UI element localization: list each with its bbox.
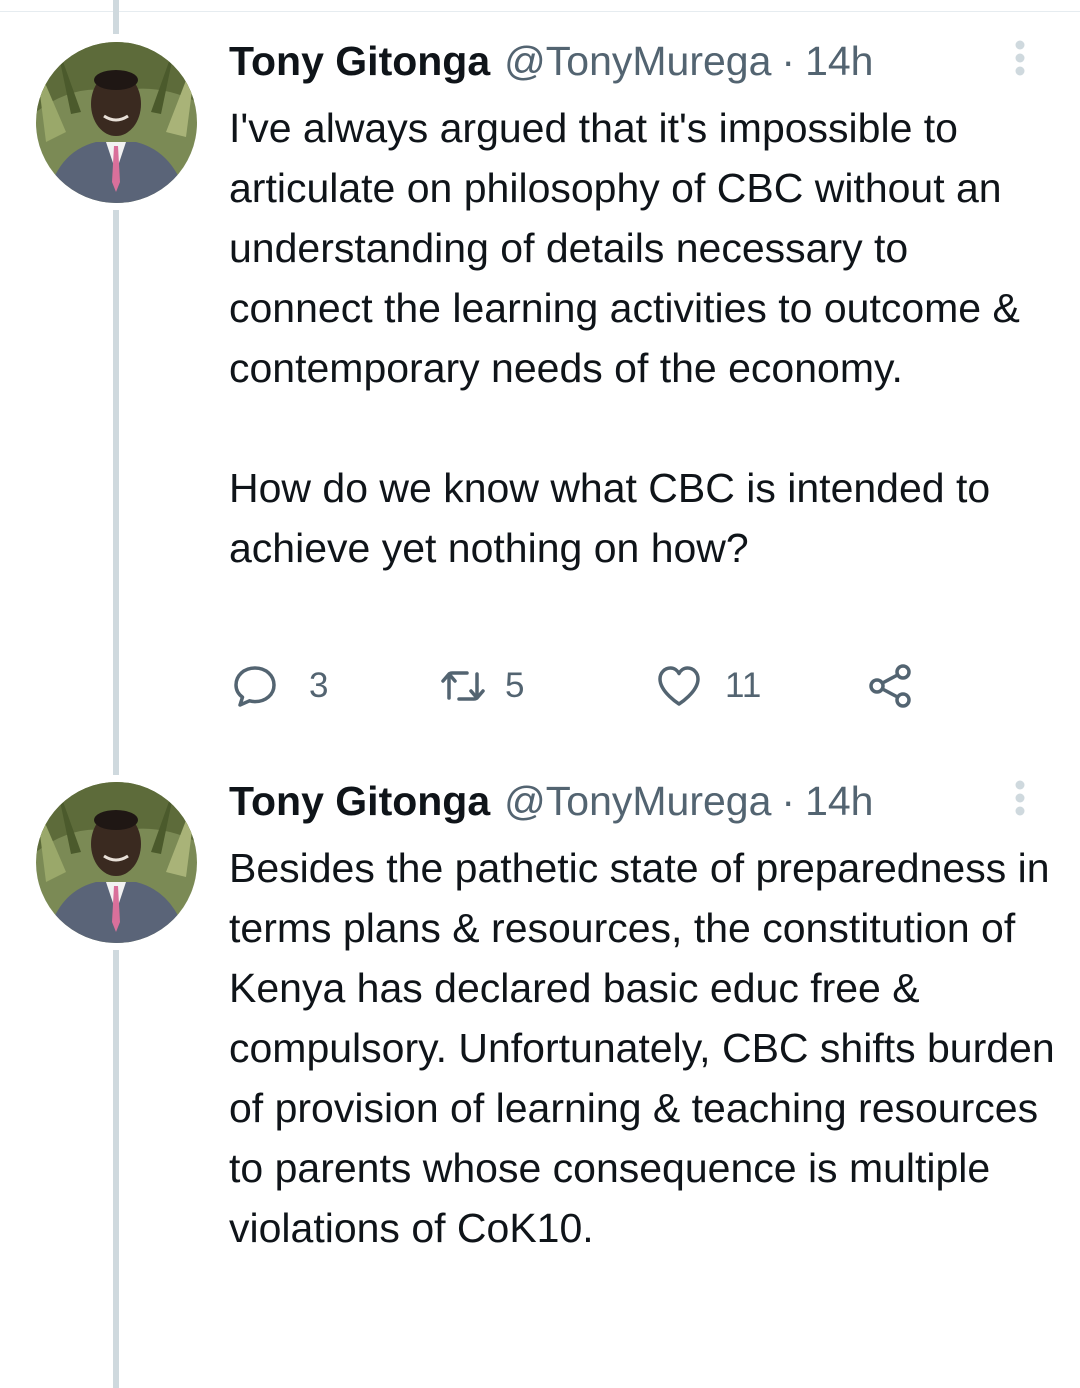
retweet-icon: [441, 671, 485, 701]
tweet-header: Tony Gitonga @TonyMurega · 14h: [229, 776, 873, 826]
more-options-icon[interactable]: [1005, 38, 1035, 78]
share-icon: [869, 664, 911, 708]
tweet-actions: 3 5 11: [229, 656, 929, 716]
header-separator: ·: [781, 778, 796, 824]
reply-button[interactable]: 3: [231, 656, 328, 716]
retweet-count: 5: [505, 666, 525, 705]
author-name[interactable]: Tony Gitonga: [229, 776, 490, 826]
tweet-text: I've always argued that it's impossible …: [229, 98, 1059, 578]
retweet-button[interactable]: 5: [439, 656, 524, 716]
profile-photo-icon: [36, 42, 197, 203]
thread-line-top: [113, 0, 119, 34]
heart-icon: [658, 666, 700, 706]
tweet-paragraph: How do we know what CBC is intended to a…: [229, 465, 991, 571]
thread-line-middle: [113, 210, 119, 775]
author-name[interactable]: Tony Gitonga: [229, 36, 490, 86]
more-options-icon[interactable]: [1005, 778, 1035, 818]
share-button[interactable]: [867, 656, 915, 716]
tweet-timestamp[interactable]: 14h: [805, 36, 873, 86]
like-button[interactable]: 11: [655, 656, 761, 716]
avatar[interactable]: [36, 782, 197, 943]
like-count: 11: [725, 666, 762, 705]
tweet-paragraph: Besides the pathetic state of preparedne…: [229, 845, 1055, 1251]
top-divider: [0, 11, 1080, 12]
thread-line-bottom: [113, 950, 119, 1388]
tweet-timestamp[interactable]: 14h: [805, 776, 873, 826]
author-handle[interactable]: @TonyMurega: [504, 776, 771, 826]
profile-photo-icon: [36, 782, 197, 943]
tweet-text: Besides the pathetic state of preparedne…: [229, 838, 1059, 1258]
avatar[interactable]: [36, 42, 197, 203]
author-handle[interactable]: @TonyMurega: [504, 36, 771, 86]
header-separator: ·: [781, 38, 796, 84]
reply-count: 3: [309, 666, 329, 705]
reply-icon: [234, 666, 276, 707]
tweet-header: Tony Gitonga @TonyMurega · 14h: [229, 36, 873, 86]
tweet-paragraph: I've always argued that it's impossible …: [229, 105, 1020, 391]
